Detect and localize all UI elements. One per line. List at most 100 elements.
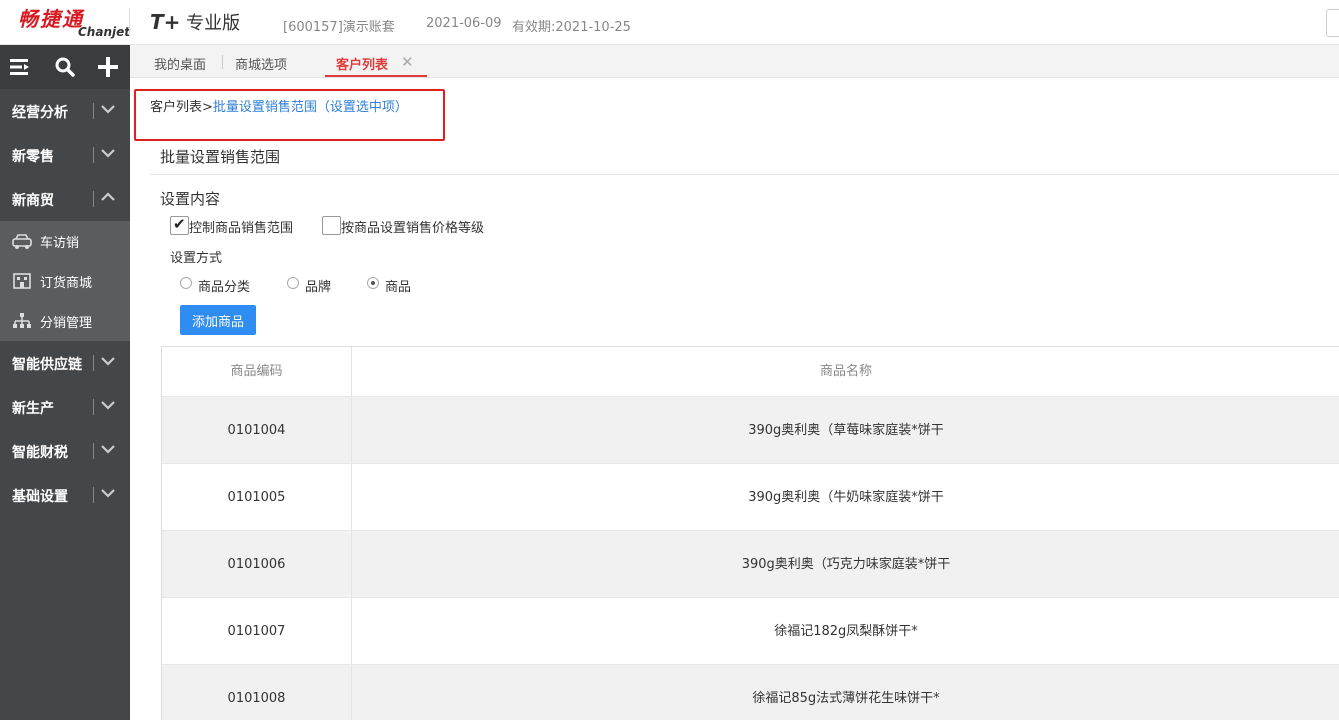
product-prefix: T+ — [150, 10, 181, 34]
active-tab-indicator — [325, 75, 427, 77]
section-divider — [150, 174, 1339, 175]
menu-divider — [93, 399, 94, 415]
main-content: 客户列表>批量设置销售范围（设置选中项） 批量设置销售范围 设置内容 控制商品销… — [130, 78, 1339, 720]
cell-name: 徐福记182g凤梨酥饼干* — [774, 624, 918, 639]
tab-divider — [222, 55, 223, 69]
car-icon — [12, 234, 32, 249]
table-row[interactable]: 0101004 390g奥利奥（草莓味家庭装*饼干 — [162, 397, 1339, 464]
radio-button[interactable] — [367, 277, 379, 289]
org-chart-icon — [13, 313, 31, 328]
menu-new-production[interactable]: 新生产 — [0, 385, 130, 429]
menu-smart-supply-chain[interactable]: 智能供应链 — [0, 341, 130, 385]
radio-product[interactable]: 商品 — [367, 276, 427, 295]
checkbox-box[interactable] — [322, 216, 341, 235]
sidebar-item-label: 分销管理 — [40, 316, 93, 331]
radio-category[interactable]: 商品分类 — [180, 276, 260, 295]
chevron-down-icon[interactable] — [100, 353, 116, 369]
radio-label: 商品分类 — [198, 280, 251, 295]
menu-smart-finance[interactable]: 智能财税 — [0, 429, 130, 473]
breadcrumb-current[interactable]: 批量设置销售范围（设置选中项） — [213, 100, 408, 115]
table-header: 商品编码 商品名称 — [162, 347, 1339, 397]
radio-label: 品牌 — [305, 280, 332, 295]
cell-name: 390g奥利奥（草莓味家庭装*饼干 — [748, 423, 944, 438]
chevron-down-icon[interactable] — [100, 145, 116, 161]
tab-bar: 我的桌面 商城选项 客户列表 ✕ — [130, 45, 1339, 78]
tab-my-desktop[interactable]: 我的桌面 — [154, 54, 206, 73]
breadcrumb: 客户列表>批量设置销售范围（设置选中项） — [150, 96, 408, 115]
menu-business-analysis[interactable]: 经营分析 — [0, 89, 130, 133]
sidebar-item-distribution[interactable]: 分销管理 — [0, 301, 130, 341]
sidebar-item-label: 订货商城 — [40, 276, 93, 291]
table-row[interactable]: 0101007 徐福记182g凤梨酥饼干* — [162, 598, 1339, 665]
table-row[interactable]: 0101008 徐福记85g法式薄饼花生味饼干* — [162, 665, 1339, 720]
plus-icon[interactable] — [96, 55, 120, 79]
menu-label: 新商贸 — [12, 193, 54, 209]
sidebar-toolbar — [0, 45, 130, 89]
logo-english: Chanjet — [78, 25, 130, 39]
checkbox-label: 控制商品销售范围 — [189, 221, 294, 236]
checkbox-control-range[interactable]: 控制商品销售范围 — [170, 215, 310, 236]
header-name[interactable]: 商品名称 — [352, 347, 1339, 396]
breadcrumb-root[interactable]: 客户列表 — [150, 100, 202, 115]
menu-divider — [93, 191, 94, 207]
radio-button[interactable] — [287, 277, 299, 289]
content-title: 设置内容 — [160, 190, 221, 208]
close-icon[interactable]: ✕ — [401, 53, 414, 71]
method-label: 设置方式 — [170, 251, 223, 266]
header-divider — [129, 8, 130, 36]
chevron-down-icon[interactable] — [100, 397, 116, 413]
table-row[interactable]: 0101006 390g奥利奥（巧克力味家庭装*饼干 — [162, 531, 1339, 598]
section-title: 批量设置销售范围 — [160, 148, 281, 166]
menu-label: 经营分析 — [12, 105, 68, 121]
cell-code: 0101008 — [162, 665, 352, 720]
cell-name: 徐福记85g法式薄饼花生味饼干* — [752, 691, 940, 706]
menu-new-trade[interactable]: 新商贸 — [0, 177, 130, 221]
menu-label: 智能供应链 — [12, 357, 82, 373]
menu-divider — [93, 103, 94, 119]
search-icon[interactable] — [53, 55, 77, 79]
breadcrumb-separator: > — [202, 100, 213, 115]
sidebar-item-car-sales[interactable]: 车访销 — [0, 221, 130, 261]
chevron-down-icon[interactable] — [100, 485, 116, 501]
menu-label: 智能财税 — [12, 445, 68, 461]
radio-brand[interactable]: 品牌 — [287, 276, 347, 295]
menu-basic-settings[interactable]: 基础设置 — [0, 473, 130, 517]
header-right-button[interactable] — [1326, 9, 1339, 37]
account-label: [600157]演示账套 — [283, 20, 395, 35]
chanjet-logo[interactable]: 畅捷通 Chanjet — [18, 3, 130, 41]
sidebar-item-label: 车访销 — [40, 236, 80, 251]
sidebar-item-order-mall[interactable]: 订货商城 — [0, 261, 130, 301]
menu-icon[interactable] — [8, 55, 32, 79]
product-title: T+ 专业版 — [150, 9, 240, 35]
table-row[interactable]: 0101005 390g奥利奥（牛奶味家庭装*饼干 — [162, 464, 1339, 531]
header-code[interactable]: 商品编码 — [162, 347, 352, 396]
menu-label: 基础设置 — [12, 489, 68, 505]
checkbox-price-level[interactable]: 按商品设置销售价格等级 — [322, 216, 502, 236]
cell-name: 390g奥利奥（牛奶味家庭装*饼干 — [748, 490, 944, 505]
cell-code: 0101007 — [162, 598, 352, 664]
tab-mall-options[interactable]: 商城选项 — [235, 54, 287, 73]
cell-name: 390g奥利奥（巧克力味家庭装*饼干 — [741, 557, 951, 572]
menu-divider — [93, 147, 94, 163]
product-table: 商品编码 商品名称 0101004 390g奥利奥（草莓味家庭装*饼干 0101… — [161, 346, 1339, 720]
chevron-up-icon[interactable] — [100, 189, 116, 205]
add-product-button[interactable]: 添加商品 — [180, 305, 256, 335]
menu-label: 新生产 — [12, 401, 54, 417]
radio-button[interactable] — [180, 277, 192, 289]
store-icon — [13, 273, 31, 289]
cell-code: 0101004 — [162, 397, 352, 463]
menu-label: 新零售 — [12, 149, 54, 165]
expiry-date: 有效期:2021-10-25 — [512, 20, 631, 35]
current-date: 2021-06-09 — [426, 16, 502, 31]
menu-divider — [93, 443, 94, 459]
app-header: 畅捷通 Chanjet T+ 专业版 [600157]演示账套 2021-06-… — [0, 0, 1339, 45]
tab-customer-list[interactable]: 客户列表 — [336, 54, 388, 73]
chevron-down-icon[interactable] — [100, 101, 116, 117]
checkbox-box[interactable] — [170, 215, 189, 235]
chevron-down-icon[interactable] — [100, 441, 116, 457]
checkbox-label: 按商品设置销售价格等级 — [341, 221, 485, 236]
logo-chinese: 畅捷通 — [18, 7, 84, 31]
menu-new-retail[interactable]: 新零售 — [0, 133, 130, 177]
menu-divider — [93, 487, 94, 503]
cell-code: 0101005 — [162, 464, 352, 530]
